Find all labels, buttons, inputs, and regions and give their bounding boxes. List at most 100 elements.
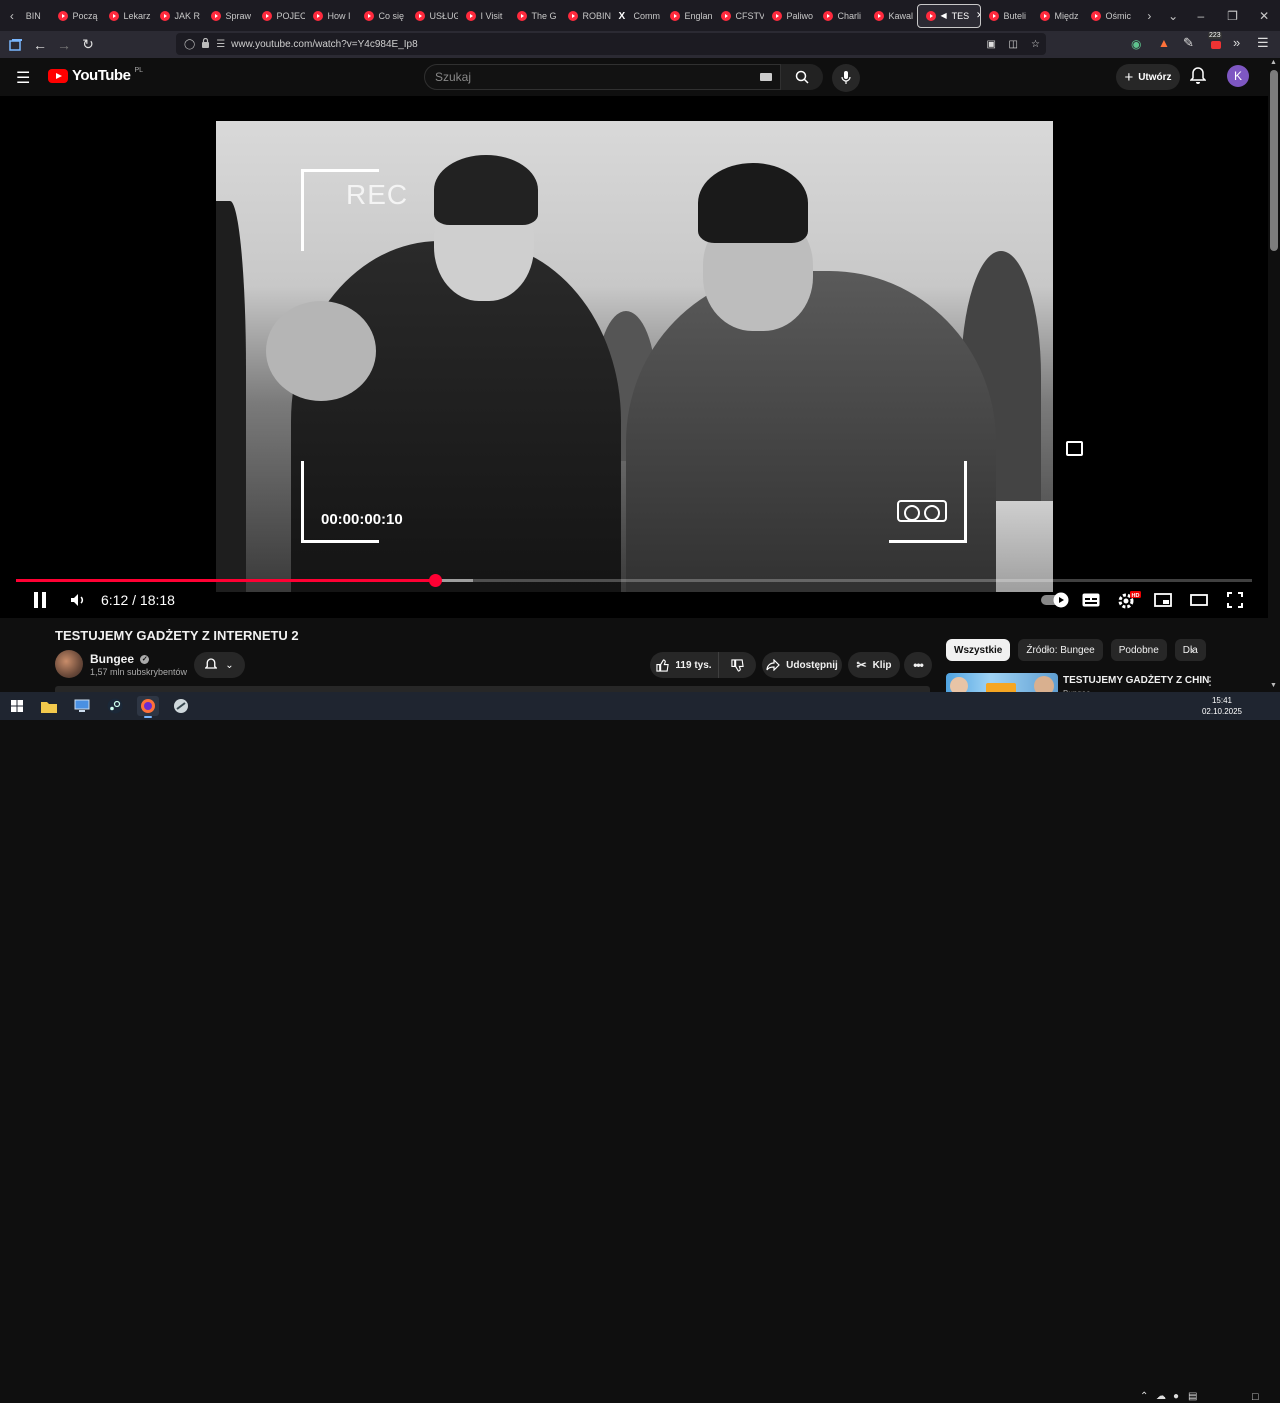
browser-tab[interactable]: Międz [1032,4,1083,28]
browser-tab[interactable]: Począ [50,4,101,28]
permissions-icon[interactable]: ☰ [216,39,225,50]
back-icon[interactable]: ← [28,34,52,56]
shield-icon[interactable]: ◯ [184,39,195,50]
computer-app-icon[interactable] [71,696,93,716]
pause-button[interactable] [28,588,52,612]
tab-overview-icon[interactable] [4,34,28,56]
volume-button[interactable] [66,588,90,612]
speaker-playing-icon[interactable]: ◀ [941,11,947,20]
app-icon[interactable] [170,696,192,716]
more-actions-button[interactable]: ••• [904,652,932,678]
guide-menu-icon[interactable]: ☰ [16,68,30,88]
browser-tab[interactable]: I Visit [458,4,509,28]
browser-tab[interactable]: Co się [356,4,407,28]
filter-chip[interactable]: Wszystkie [946,639,1011,661]
tab-scroll-right-icon[interactable]: › [1138,9,1162,23]
channel-name[interactable]: Bungee ✓ [90,652,150,666]
system-clock[interactable]: 15:41 02.10.2025 [1200,695,1244,717]
browser-tab[interactable]: Buteli [981,4,1032,28]
theater-mode-button[interactable] [1187,588,1211,612]
clock-time: 15:41 [1211,696,1233,705]
onedrive-cloud-icon[interactable]: ☁ [1156,1391,1166,1402]
subscribed-notifications-button[interactable]: ⌄ [194,652,245,678]
autoplay-toggle[interactable] [1040,588,1070,612]
browser-tab[interactable]: The G [509,4,560,28]
fullscreen-button[interactable] [1223,588,1247,612]
dislike-button[interactable] [718,652,756,678]
clip-button[interactable]: ✂ Klip [848,652,900,678]
voice-search-button[interactable] [832,64,860,92]
minimize-icon[interactable]: – [1185,9,1217,23]
reload-icon[interactable]: ↻ [76,34,100,56]
create-button[interactable]: + Utwórz [1116,64,1180,90]
address-bar[interactable]: ◯ ☰ www.youtube.com/watch?v=Y4c984E_Ip8 … [176,33,1046,55]
browser-tab[interactable]: Charli [815,4,866,28]
progress-bar[interactable] [16,574,1252,587]
keyboard-icon[interactable] [760,73,772,81]
more-vertical-icon[interactable]: ⋮ [1204,674,1216,688]
extension-fox-icon[interactable]: ▲ [1158,36,1170,50]
browser-tab[interactable]: USŁUG [407,4,458,28]
settings-button[interactable]: HD [1115,588,1143,612]
notifications-bell-icon[interactable] [1189,67,1210,87]
browser-tab[interactable]: Kawal [866,4,917,28]
tab-list-dropdown-icon[interactable]: ⌄ [1161,9,1185,23]
video-player[interactable]: REC 00:00:00:10 6:12 / 18:18 HD [0,96,1268,618]
youtube-logo[interactable]: YouTube PL [48,67,143,84]
start-button[interactable] [6,696,28,716]
steam-icon[interactable] [104,696,126,716]
browser-tab[interactable]: Paliwo [764,4,815,28]
extension-shield-icon[interactable]: ◉ [1131,37,1141,51]
url-text[interactable]: www.youtube.com/watch?v=Y4c984E_Ip8 [231,39,418,50]
miniplayer-overlay-icon[interactable] [1066,441,1083,456]
show-hidden-icons[interactable]: ⌃ [1140,1391,1148,1402]
file-explorer-icon[interactable] [38,696,60,716]
channel-avatar[interactable] [55,650,83,678]
notifications-tray-icon[interactable]: □ [1252,1391,1259,1403]
page-scrollbar[interactable]: ▲ ▼ [1268,58,1280,692]
browser-tab[interactable]: Lekarz [101,4,152,28]
overflow-menu-icon[interactable]: » [1233,35,1240,50]
tab-scroll-left-icon[interactable]: ‹ [0,9,24,23]
filter-chip[interactable]: Źródło: Bungee [1018,639,1103,661]
browser-tab[interactable]: X Comm [611,4,662,28]
recommendation-thumbnail[interactable] [946,673,1058,693]
avatar[interactable]: K [1227,65,1249,87]
browser-tab[interactable]: Ośmic [1083,4,1134,28]
share-button[interactable]: Udostępnij [762,652,842,678]
recommendation-title[interactable]: TESTUJEMY GADŻETY Z CHIN [1063,675,1209,686]
browser-tab[interactable]: ROBIN [560,4,611,28]
extensions-puzzle-icon[interactable]: ✎ [1183,35,1194,51]
reader-view-icon[interactable]: ◫ [1009,39,1018,50]
hamburger-menu-icon[interactable]: ☰ [1257,35,1269,51]
search-button[interactable] [781,64,823,90]
extension-notification-icon[interactable]: 223 [1207,32,1225,51]
browser-tab[interactable]: Englan [662,4,713,28]
browser-tab-active[interactable]: ◀TES✕ [916,3,981,28]
like-button[interactable]: 119 tys. [650,652,718,678]
browser-tab[interactable]: How I [305,4,356,28]
video-frame[interactable]: REC 00:00:00:10 [216,121,1053,592]
browser-tab[interactable]: POJEC [254,4,305,28]
scrollbar-thumb[interactable] [1270,70,1278,251]
picture-in-picture-icon[interactable]: ▣ [987,39,996,50]
filter-chip[interactable]: Podobne [1110,639,1167,661]
browser-tab[interactable]: CFSTV [713,4,764,28]
bookmark-star-icon[interactable]: ☆ [1031,39,1040,50]
firefox-icon[interactable] [137,696,159,718]
chips-next-icon[interactable]: › [1190,643,1194,657]
scroll-down-icon[interactable]: ▼ [1270,682,1277,689]
lock-icon[interactable] [201,37,210,51]
search-input[interactable]: Szukaj [424,64,781,90]
miniplayer-button[interactable] [1151,588,1175,612]
microphone-tray-icon[interactable]: ● [1173,1391,1179,1402]
scroll-up-icon[interactable]: ▲ [1270,59,1277,66]
subtitles-button[interactable] [1079,588,1103,612]
browser-tab[interactable]: JAK R [152,4,203,28]
browser-tab[interactable]: BIN [24,4,50,28]
browser-tab[interactable]: Spraw [203,4,254,28]
restore-icon[interactable]: ❐ [1217,9,1249,23]
forward-icon[interactable]: → [52,34,76,56]
network-icon[interactable]: ▤ [1188,1391,1197,1402]
close-window-icon[interactable]: ✕ [1248,9,1280,23]
